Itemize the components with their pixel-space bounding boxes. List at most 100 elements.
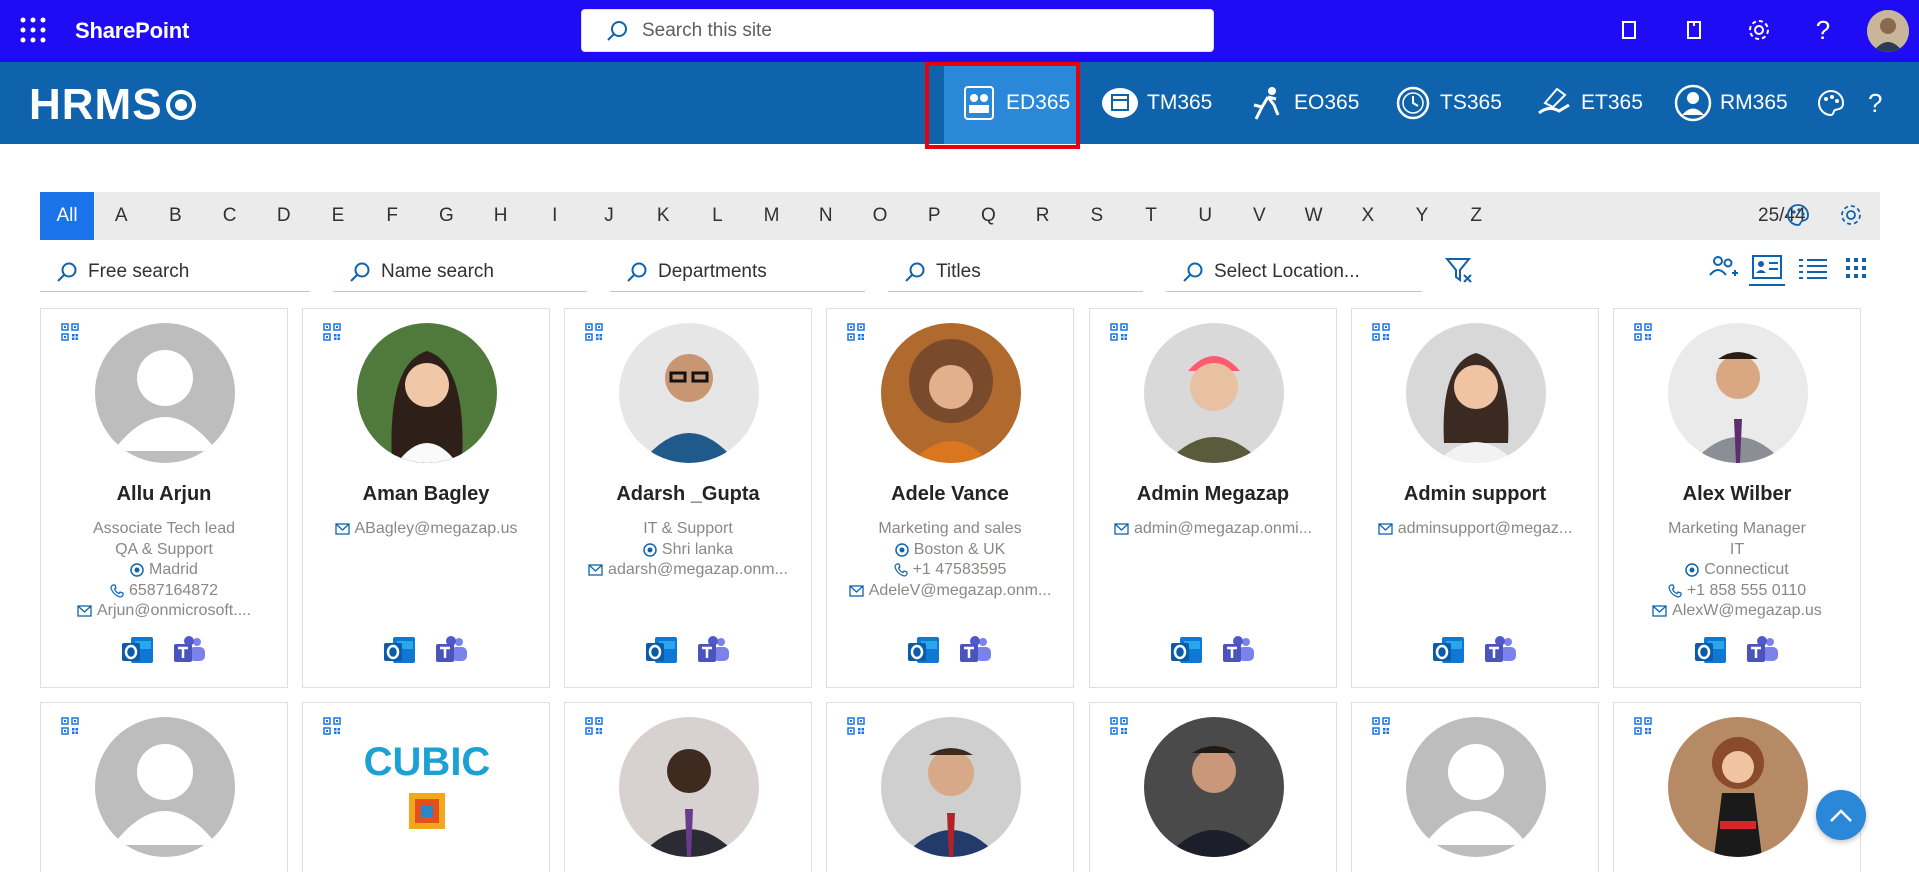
- app-launcher-icon[interactable]: [20, 17, 46, 43]
- tab-et365[interactable]: ET365: [1535, 62, 1643, 144]
- qr-code-icon[interactable]: [1372, 323, 1390, 341]
- teams-icon[interactable]: [959, 635, 993, 667]
- outlook-icon[interactable]: [1170, 635, 1204, 667]
- employee-photo[interactable]: [95, 323, 235, 463]
- employee-card[interactable]: CUBIC: [302, 702, 550, 872]
- tab-tm365[interactable]: TM365: [1101, 62, 1212, 144]
- qr-code-icon[interactable]: [585, 717, 603, 735]
- tab-ts365[interactable]: TS365: [1394, 62, 1502, 144]
- qr-code-icon[interactable]: [323, 323, 341, 341]
- alphabet-s[interactable]: S: [1070, 192, 1124, 240]
- clear-filter-icon[interactable]: [1441, 252, 1477, 288]
- alphabet-g[interactable]: G: [419, 192, 473, 240]
- grid-view-icon[interactable]: [1838, 250, 1874, 286]
- qr-code-icon[interactable]: [1372, 717, 1390, 735]
- help-icon[interactable]: ?: [1808, 15, 1838, 45]
- employee-card[interactable]: [1089, 702, 1337, 872]
- employee-name[interactable]: Admin support: [1352, 483, 1598, 506]
- org-chart-view-icon[interactable]: [1706, 250, 1742, 286]
- tab-ed365[interactable]: ED365: [944, 62, 1079, 144]
- alphabet-c[interactable]: C: [203, 192, 257, 240]
- employee-photo[interactable]: [1406, 717, 1546, 857]
- site-title[interactable]: SharePoint: [75, 18, 189, 44]
- list-view-icon[interactable]: [1795, 250, 1831, 286]
- employee-photo[interactable]: [357, 323, 497, 463]
- teams-icon[interactable]: [1222, 635, 1256, 667]
- alphabet-w[interactable]: W: [1287, 192, 1341, 240]
- alphabet-o[interactable]: O: [853, 192, 907, 240]
- location-input[interactable]: [1214, 260, 1414, 283]
- outlook-icon[interactable]: [1694, 635, 1728, 667]
- alphabet-x[interactable]: X: [1341, 192, 1395, 240]
- qr-code-icon[interactable]: [585, 323, 603, 341]
- employee-card[interactable]: Allu Arjun Associate Tech lead QA & Suppor…: [40, 308, 288, 688]
- card-view-icon[interactable]: [1749, 250, 1785, 286]
- alphabet-l[interactable]: L: [690, 192, 744, 240]
- outlook-icon[interactable]: [645, 635, 679, 667]
- employee-photo[interactable]: [95, 717, 235, 857]
- employee-photo[interactable]: [1406, 323, 1546, 463]
- employee-photo[interactable]: [1144, 717, 1284, 857]
- location-filter[interactable]: [1166, 252, 1422, 292]
- tab-rm365[interactable]: RM365: [1674, 62, 1788, 144]
- teams-icon[interactable]: [435, 635, 469, 667]
- outlook-icon[interactable]: [383, 635, 417, 667]
- titles-filter[interactable]: [888, 252, 1143, 292]
- alphabet-f[interactable]: F: [365, 192, 419, 240]
- employee-card[interactable]: Adele Vance Marketing and sales Boston & U…: [826, 308, 1074, 688]
- free-search-input[interactable]: [88, 260, 288, 283]
- employee-card[interactable]: Admin support adminsupport@megaz...: [1351, 308, 1599, 688]
- alphabet-p[interactable]: P: [907, 192, 961, 240]
- employee-card[interactable]: Admin Megazap admin@megazap.onmi...: [1089, 308, 1337, 688]
- scroll-to-top-button[interactable]: [1816, 790, 1866, 840]
- name-search-filter[interactable]: [333, 252, 587, 292]
- departments-input[interactable]: [658, 260, 858, 283]
- qr-code-icon[interactable]: [61, 323, 79, 341]
- qr-code-icon[interactable]: [1634, 323, 1652, 341]
- outlook-icon[interactable]: [1432, 635, 1466, 667]
- employee-card[interactable]: Alex Wilber Marketing Manager IT Connecticu…: [1613, 308, 1861, 688]
- alphabet-q[interactable]: Q: [961, 192, 1015, 240]
- alphabet-t[interactable]: T: [1124, 192, 1178, 240]
- qr-code-icon[interactable]: [1110, 717, 1128, 735]
- titles-input[interactable]: [936, 260, 1136, 283]
- free-search-filter[interactable]: [40, 252, 310, 292]
- qr-code-icon[interactable]: [323, 717, 341, 735]
- alphabet-a[interactable]: A: [94, 192, 148, 240]
- alphabet-z[interactable]: Z: [1449, 192, 1503, 240]
- outlook-icon[interactable]: [121, 635, 155, 667]
- site-search-box[interactable]: [581, 9, 1214, 52]
- hrms-logo[interactable]: HRMS: [29, 80, 196, 130]
- employee-photo[interactable]: [619, 323, 759, 463]
- employee-photo[interactable]: [619, 717, 759, 857]
- employee-card[interactable]: [826, 702, 1074, 872]
- employee-name[interactable]: Alex Wilber: [1614, 483, 1860, 506]
- employee-name[interactable]: Adele Vance: [827, 483, 1073, 506]
- name-search-input[interactable]: [381, 260, 581, 283]
- employee-photo[interactable]: [881, 323, 1021, 463]
- outlook-icon[interactable]: [907, 635, 941, 667]
- user-avatar[interactable]: [1867, 10, 1909, 52]
- teams-icon[interactable]: [697, 635, 731, 667]
- employee-card[interactable]: [564, 702, 812, 872]
- tab-eo365[interactable]: EO365: [1248, 62, 1359, 144]
- employee-name[interactable]: Allu Arjun: [41, 483, 287, 506]
- employee-photo[interactable]: [1144, 323, 1284, 463]
- help-icon[interactable]: ?: [1868, 62, 1882, 144]
- teams-icon[interactable]: [1746, 635, 1780, 667]
- alphabet-h[interactable]: H: [474, 192, 528, 240]
- alphabet-y[interactable]: Y: [1395, 192, 1449, 240]
- alphabet-d[interactable]: D: [257, 192, 311, 240]
- employee-photo[interactable]: [1668, 717, 1808, 857]
- alphabet-u[interactable]: U: [1178, 192, 1232, 240]
- alphabet-k[interactable]: K: [636, 192, 690, 240]
- palette-icon[interactable]: [1786, 203, 1812, 229]
- departments-filter[interactable]: [610, 252, 865, 292]
- employee-photo[interactable]: CUBIC: [357, 717, 497, 857]
- employee-name[interactable]: Aman Bagley: [303, 483, 549, 506]
- alphabet-all[interactable]: All: [40, 192, 94, 240]
- employee-card[interactable]: Aman Bagley ABagley@megazap.us: [302, 308, 550, 688]
- alphabet-e[interactable]: E: [311, 192, 365, 240]
- document-icon[interactable]: [1679, 15, 1709, 45]
- theme-palette-icon[interactable]: [1817, 62, 1845, 144]
